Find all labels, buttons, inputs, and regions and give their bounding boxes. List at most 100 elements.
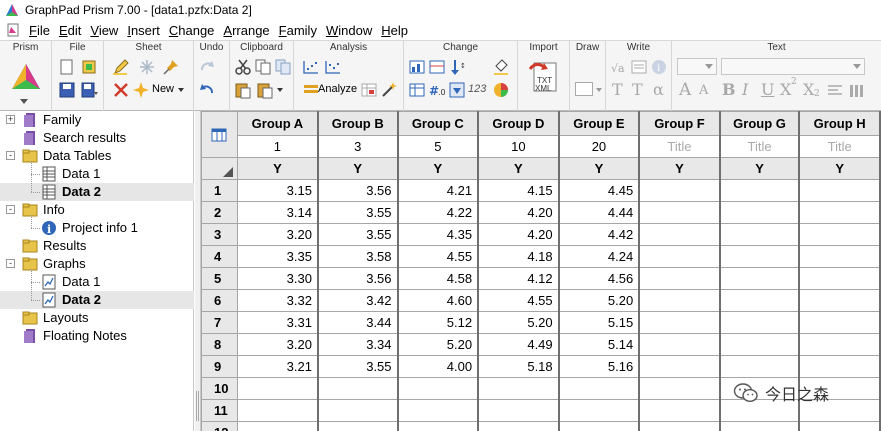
data-cell[interactable]: 4.20 [477,201,560,224]
data-cell[interactable]: 3.35 [236,245,319,268]
chevron-down-icon[interactable] [20,99,28,104]
data-cell[interactable]: 3.21 [236,355,319,378]
paste-icon[interactable] [234,81,252,99]
data-cell[interactable] [798,179,881,202]
chevron-down-icon[interactable] [596,88,602,92]
change-graph-type-icon[interactable] [408,58,426,76]
data-cell[interactable]: 4.22 [397,201,480,224]
data-cell[interactable] [317,399,399,422]
nav-item-results[interactable]: Results [0,237,194,255]
data-cell[interactable] [719,421,801,431]
column-analysis-icon[interactable] [324,58,342,76]
data-cell[interactable] [798,223,881,246]
snowflake-icon[interactable] [138,58,156,76]
data-cell[interactable] [719,333,801,356]
italic-glyph[interactable]: I [742,80,748,99]
nav-item-data-tables[interactable]: - Data Tables [0,147,194,165]
menu-view[interactable]: View [87,23,124,38]
resize-corner-icon[interactable] [222,166,233,177]
collapse-icon[interactable]: - [6,151,15,160]
data-cell[interactable] [638,267,721,290]
data-cell[interactable]: 5.18 [477,355,560,378]
nav-item-graphs[interactable]: - Graphs [0,255,194,273]
data-cell[interactable] [638,355,721,378]
data-cell[interactable] [798,289,881,312]
data-cell[interactable] [236,399,319,422]
column-header[interactable]: Group D [477,111,560,136]
font-larger-glyph[interactable]: A [679,80,691,100]
data-cell[interactable]: 4.20 [477,223,560,246]
delete-icon[interactable] [112,81,130,99]
data-cell[interactable]: 3.58 [317,245,399,268]
underline-glyph[interactable]: U [761,80,774,99]
nav-item-data-1[interactable]: Data 1 [0,273,194,291]
collapse-icon[interactable]: - [6,259,15,268]
data-cell[interactable]: 3.20 [236,223,319,246]
data-cell[interactable]: 3.44 [317,311,399,334]
column-header[interactable]: Group A [236,111,319,136]
data-cell[interactable]: 4.58 [397,267,480,290]
data-cell[interactable] [397,399,480,422]
pencil-icon[interactable] [112,58,130,76]
data-cell[interactable] [558,421,641,431]
column-title[interactable]: Title [638,135,721,158]
table-corner[interactable] [201,111,238,158]
alpha-glyph[interactable]: α [653,80,664,99]
data-cell[interactable]: 5.12 [397,311,480,334]
magic-wand-icon[interactable] [380,81,398,99]
copy-icon[interactable] [254,58,272,76]
data-cell[interactable]: 3.30 [236,267,319,290]
data-cell[interactable] [798,201,881,224]
info-note-icon[interactable]: i [650,58,668,76]
menu-help[interactable]: Help [378,23,414,38]
data-cell[interactable]: 3.31 [236,311,319,334]
data-cell[interactable]: 4.55 [397,245,480,268]
data-cell[interactable] [638,179,721,202]
sort-icon[interactable]: ↕ [450,58,468,76]
data-cell[interactable]: 4.55 [477,289,560,312]
data-cell[interactable] [798,311,881,334]
row-number[interactable]: 12 [201,421,238,431]
data-cell[interactable]: 4.45 [558,179,641,202]
data-cell[interactable]: 3.34 [317,333,399,356]
row-number[interactable]: 4 [201,245,238,268]
data-cell[interactable] [477,377,560,400]
subcolumn-header[interactable]: Y [477,157,560,180]
draw-shape-icon[interactable] [575,82,593,96]
analyze-button[interactable]: Analyze [318,83,357,95]
data-cell[interactable]: 4.18 [477,245,560,268]
column-title[interactable]: 1 [236,135,319,158]
data-cell[interactable] [719,355,801,378]
subcolumn-header[interactable]: Y [798,157,881,180]
data-cell[interactable] [558,377,641,400]
data-cell[interactable]: 3.56 [317,179,399,202]
data-cell[interactable] [638,289,721,312]
nav-item-floating-notes[interactable]: Floating Notes [0,327,194,345]
column-title[interactable]: 20 [558,135,641,158]
data-cell[interactable]: 3.56 [317,267,399,290]
data-cell[interactable] [317,377,399,400]
nav-item-data-1[interactable]: Data 1 [0,165,194,183]
subcolumn-header[interactable]: Y [236,157,319,180]
data-cell[interactable]: 4.56 [558,267,641,290]
menu-insert[interactable]: Insert [124,23,166,38]
menu-family[interactable]: Family [276,23,323,38]
data-cell[interactable] [798,421,881,431]
redo-icon[interactable] [198,58,216,76]
data-cell[interactable]: 5.14 [558,333,641,356]
data-cell[interactable] [719,245,801,268]
document-icon[interactable] [6,23,20,37]
bold-glyph[interactable]: B [722,80,736,99]
align-icon[interactable] [826,82,844,100]
prism-logo-icon[interactable] [10,61,42,93]
data-cell[interactable] [638,377,721,400]
data-cell[interactable]: 3.20 [236,333,319,356]
data-cell[interactable]: 4.44 [558,201,641,224]
row-number[interactable]: 6 [201,289,238,312]
column-title[interactable]: 10 [477,135,560,158]
save-as-icon[interactable] [80,81,98,99]
nav-item-info[interactable]: - Info [0,201,194,219]
columns-icon[interactable] [848,82,866,100]
text-glyph[interactable]: T [612,80,623,99]
data-cell[interactable] [638,311,721,334]
